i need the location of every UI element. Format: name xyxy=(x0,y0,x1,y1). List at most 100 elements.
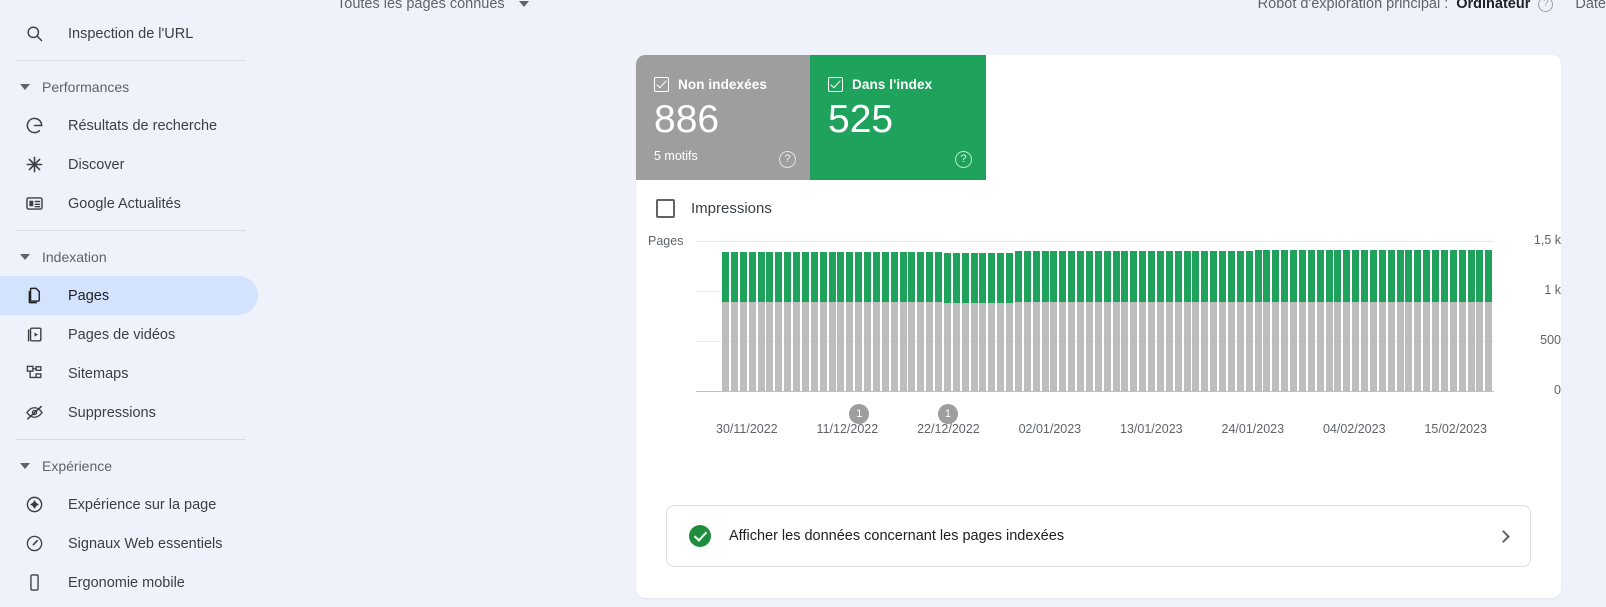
chart-bar[interactable] xyxy=(1396,241,1404,391)
chart-bar[interactable] xyxy=(784,241,792,391)
chart-bar[interactable] xyxy=(837,241,845,391)
chart-bar[interactable] xyxy=(1227,241,1235,391)
metric-tile-not-indexed[interactable]: Non indexées 886 5 motifs ? xyxy=(636,55,810,180)
help-icon[interactable]: ? xyxy=(955,151,972,168)
chart-bar[interactable] xyxy=(1440,241,1448,391)
chart-bar[interactable] xyxy=(1183,241,1191,391)
chart-bar[interactable] xyxy=(775,241,783,391)
chart-bar[interactable] xyxy=(1023,241,1031,391)
sidebar-item-mobile-usability[interactable]: Ergonomie mobile xyxy=(0,563,258,602)
chart-bar[interactable] xyxy=(1219,241,1227,391)
chart-bar[interactable] xyxy=(952,241,960,391)
chart-bar[interactable] xyxy=(1369,241,1377,391)
chart-bar[interactable] xyxy=(979,241,987,391)
chart-bar[interactable] xyxy=(926,241,934,391)
sidebar-item-search-results[interactable]: Résultats de recherche xyxy=(0,106,258,145)
chart-bar[interactable] xyxy=(1059,241,1067,391)
checkbox-not-indexed[interactable] xyxy=(654,77,669,92)
chart-bar[interactable] xyxy=(1174,241,1182,391)
chart-bar[interactable] xyxy=(864,241,872,391)
chart-bar[interactable] xyxy=(1210,241,1218,391)
chart-bar[interactable] xyxy=(1236,241,1244,391)
chart-bar[interactable] xyxy=(1103,241,1111,391)
chart-bar[interactable] xyxy=(1290,241,1298,391)
chart-annotation-badge[interactable]: 1 xyxy=(937,404,958,424)
chart-annotation-badge[interactable]: 1 xyxy=(849,404,870,424)
chart-bar[interactable] xyxy=(1467,241,1475,391)
chart-bar[interactable] xyxy=(1378,241,1386,391)
chart-bar[interactable] xyxy=(1077,241,1085,391)
chart-bar[interactable] xyxy=(793,241,801,391)
chart-bar[interactable] xyxy=(872,241,880,391)
chart-bar[interactable] xyxy=(1254,241,1262,391)
chart-bar[interactable] xyxy=(1458,241,1466,391)
chart-bar[interactable] xyxy=(908,241,916,391)
chevron-right-icon[interactable] xyxy=(1497,529,1510,543)
chart-bar[interactable] xyxy=(766,241,774,391)
page-scope-filter[interactable]: Toutes les pages connues xyxy=(337,0,529,12)
chart-bar[interactable] xyxy=(1272,241,1280,391)
chart-bar[interactable] xyxy=(828,241,836,391)
chart-bar[interactable] xyxy=(1387,241,1395,391)
metric-tile-indexed[interactable]: Dans l'index 525 ? xyxy=(810,55,986,180)
chart-bar[interactable] xyxy=(917,241,925,391)
chart-bar[interactable] xyxy=(1325,241,1333,391)
chart-bar[interactable] xyxy=(1050,241,1058,391)
chart-bar[interactable] xyxy=(1130,241,1138,391)
chart-bar[interactable] xyxy=(1165,241,1173,391)
chart-bar[interactable] xyxy=(757,241,765,391)
sidebar-item-discover[interactable]: Discover xyxy=(0,145,258,184)
sidebar-item-google-news[interactable]: Google Actualités xyxy=(0,184,258,223)
chart-bar[interactable] xyxy=(997,241,1005,391)
chart-bar[interactable] xyxy=(1432,241,1440,391)
chart-bar[interactable] xyxy=(943,241,951,391)
sidebar-item-sitemaps[interactable]: Sitemaps xyxy=(0,354,258,393)
chart-bar[interactable] xyxy=(730,241,738,391)
chart-bar[interactable] xyxy=(846,241,854,391)
chart-bar[interactable] xyxy=(1032,241,1040,391)
chart-bar[interactable] xyxy=(1148,241,1156,391)
chart-bar[interactable] xyxy=(1139,241,1147,391)
chart-bar[interactable] xyxy=(801,241,809,391)
sidebar-item-video-pages[interactable]: Pages de vidéos xyxy=(0,315,258,354)
chart-bar[interactable] xyxy=(1405,241,1413,391)
checkbox-impressions[interactable] xyxy=(656,199,675,218)
chart-bar[interactable] xyxy=(1316,241,1324,391)
chart-bar[interactable] xyxy=(819,241,827,391)
sidebar-item-core-web-vitals[interactable]: Signaux Web essentiels xyxy=(0,524,258,563)
chart-bar[interactable] xyxy=(1414,241,1422,391)
chart-bar[interactable] xyxy=(1112,241,1120,391)
chevron-down-icon[interactable] xyxy=(518,1,529,7)
chart-bar[interactable] xyxy=(1423,241,1431,391)
sidebar-item-removals[interactable]: Suppressions xyxy=(0,393,258,432)
chart-bar[interactable] xyxy=(1014,241,1022,391)
chart-bar[interactable] xyxy=(1449,241,1457,391)
chart-bar[interactable] xyxy=(1156,241,1164,391)
checkbox-indexed[interactable] xyxy=(828,77,843,92)
chart-bar[interactable] xyxy=(890,241,898,391)
chart-bar[interactable] xyxy=(935,241,943,391)
sidebar-item-url-inspection[interactable]: Inspection de l'URL xyxy=(0,14,258,53)
chart-bar[interactable] xyxy=(1192,241,1200,391)
chart-bar[interactable] xyxy=(739,241,747,391)
chart-bar[interactable] xyxy=(1041,241,1049,391)
chart-bar[interactable] xyxy=(1334,241,1342,391)
sidebar-section-indexation[interactable]: Indexation xyxy=(0,238,300,276)
chart-bar[interactable] xyxy=(1068,241,1076,391)
chart-bar[interactable] xyxy=(1343,241,1351,391)
impressions-toggle[interactable]: Impressions xyxy=(656,199,1561,218)
sidebar-section-experience[interactable]: Expérience xyxy=(0,447,300,485)
chart-bar[interactable] xyxy=(988,241,996,391)
chart-bar[interactable] xyxy=(1006,241,1014,391)
sidebar-item-page-experience[interactable]: Expérience sur la page xyxy=(0,485,258,524)
help-icon[interactable]: ? xyxy=(779,151,796,168)
chart-bar[interactable] xyxy=(1352,241,1360,391)
chart-bar[interactable] xyxy=(961,241,969,391)
chart-bar[interactable] xyxy=(1085,241,1093,391)
chart-bar[interactable] xyxy=(1485,241,1493,391)
chart-bar[interactable] xyxy=(1307,241,1315,391)
chart-bar[interactable] xyxy=(1298,241,1306,391)
help-icon[interactable]: ? xyxy=(1538,0,1554,12)
chart-bar[interactable] xyxy=(810,241,818,391)
chart-bar[interactable] xyxy=(1121,241,1129,391)
